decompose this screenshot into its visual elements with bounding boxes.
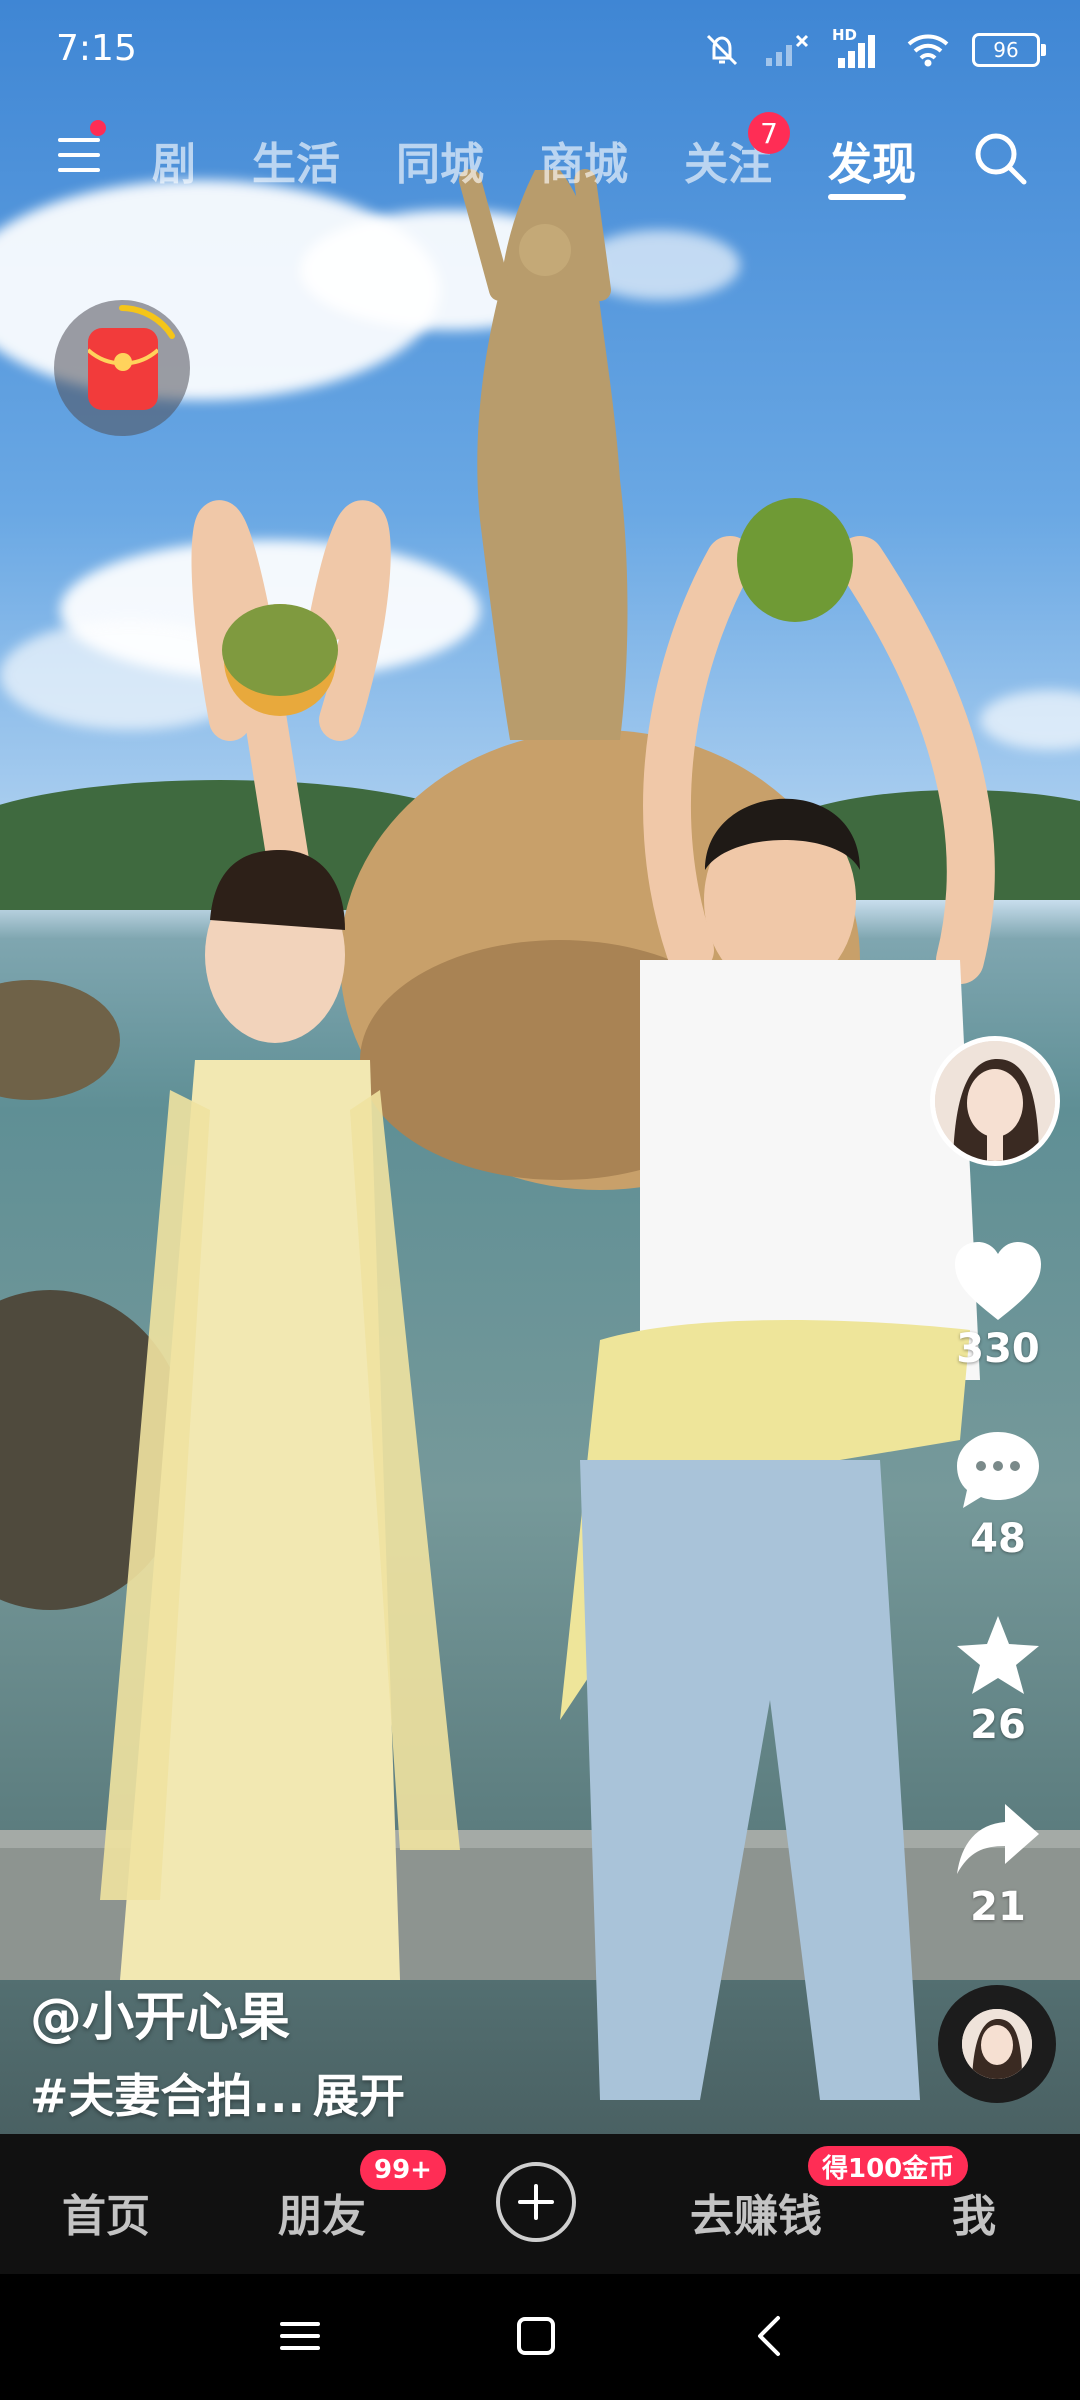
active-tab-indicator bbox=[828, 194, 906, 200]
author-avatar[interactable] bbox=[930, 1036, 1060, 1166]
back-icon[interactable] bbox=[740, 2306, 800, 2366]
status-bar: 7:15 HD 96 bbox=[0, 0, 1080, 100]
comment-icon bbox=[957, 1432, 1039, 1508]
following-badge: 7 bbox=[748, 112, 790, 154]
search-icon[interactable] bbox=[970, 128, 1030, 188]
music-cover-avatar bbox=[962, 2009, 1032, 2079]
tab-local[interactable]: 同城 bbox=[396, 128, 484, 192]
menu-notification-dot bbox=[90, 120, 106, 136]
menu-icon[interactable] bbox=[56, 132, 102, 178]
friends-badge: 99+ bbox=[360, 2150, 446, 2190]
favorite-button[interactable]: 26 bbox=[928, 1612, 1068, 1748]
tab-life[interactable]: 生活 bbox=[252, 128, 340, 192]
create-button[interactable] bbox=[496, 2162, 576, 2242]
battery-icon: 96 bbox=[972, 33, 1046, 67]
no-signal-icon bbox=[766, 34, 809, 66]
signal-icon: HD bbox=[832, 26, 884, 70]
music-disc[interactable] bbox=[938, 1985, 1056, 2103]
bottom-nav: 首页 朋友 99+ 去赚钱 得100金币 我 bbox=[0, 2134, 1080, 2274]
status-time: 7:15 bbox=[56, 28, 137, 69]
system-nav-bar bbox=[0, 2274, 1080, 2400]
like-count: 330 bbox=[956, 1326, 1040, 1372]
heart-icon bbox=[955, 1242, 1041, 1320]
battery-level: 96 bbox=[993, 38, 1019, 62]
comment-count: 48 bbox=[970, 1516, 1026, 1562]
share-count: 21 bbox=[970, 1884, 1026, 1930]
comment-button[interactable]: 48 bbox=[928, 1428, 1068, 1562]
wifi-icon bbox=[907, 34, 949, 67]
red-packet-icon bbox=[86, 328, 160, 410]
share-icon bbox=[957, 1804, 1039, 1874]
earn-badge: 得100金币 bbox=[808, 2146, 969, 2186]
nav-home[interactable]: 首页 bbox=[62, 2180, 150, 2244]
tab-mall[interactable]: 商城 bbox=[540, 128, 628, 192]
video-caption[interactable]: #夫妻合拍... 展开 bbox=[30, 2060, 405, 2126]
share-button[interactable]: 21 bbox=[928, 1800, 1068, 1930]
expand-link[interactable]: 展开 bbox=[313, 2069, 405, 2123]
favorite-count: 26 bbox=[970, 1702, 1026, 1748]
nav-friends[interactable]: 朋友 bbox=[278, 2180, 366, 2244]
mute-bell-icon bbox=[706, 34, 738, 66]
plus-icon bbox=[518, 2184, 554, 2220]
red-packet-widget[interactable] bbox=[54, 300, 190, 436]
recent-apps-icon[interactable] bbox=[270, 2306, 330, 2366]
caption-text: #夫妻合拍... bbox=[30, 2069, 305, 2123]
home-icon[interactable] bbox=[506, 2306, 566, 2366]
nav-me[interactable]: 我 bbox=[952, 2180, 996, 2244]
tab-discover[interactable]: 发现 bbox=[828, 128, 916, 192]
status-icons: HD 96 bbox=[702, 26, 1046, 74]
author-name[interactable]: @小开心果 bbox=[30, 1975, 290, 2050]
top-nav: 剧 生活 同城 商城 关注 7 发现 bbox=[0, 110, 1080, 210]
tab-drama[interactable]: 剧 bbox=[152, 128, 196, 192]
star-icon bbox=[957, 1616, 1039, 1694]
like-button[interactable]: 330 bbox=[928, 1240, 1068, 1372]
nav-earn[interactable]: 去赚钱 bbox=[690, 2180, 822, 2244]
